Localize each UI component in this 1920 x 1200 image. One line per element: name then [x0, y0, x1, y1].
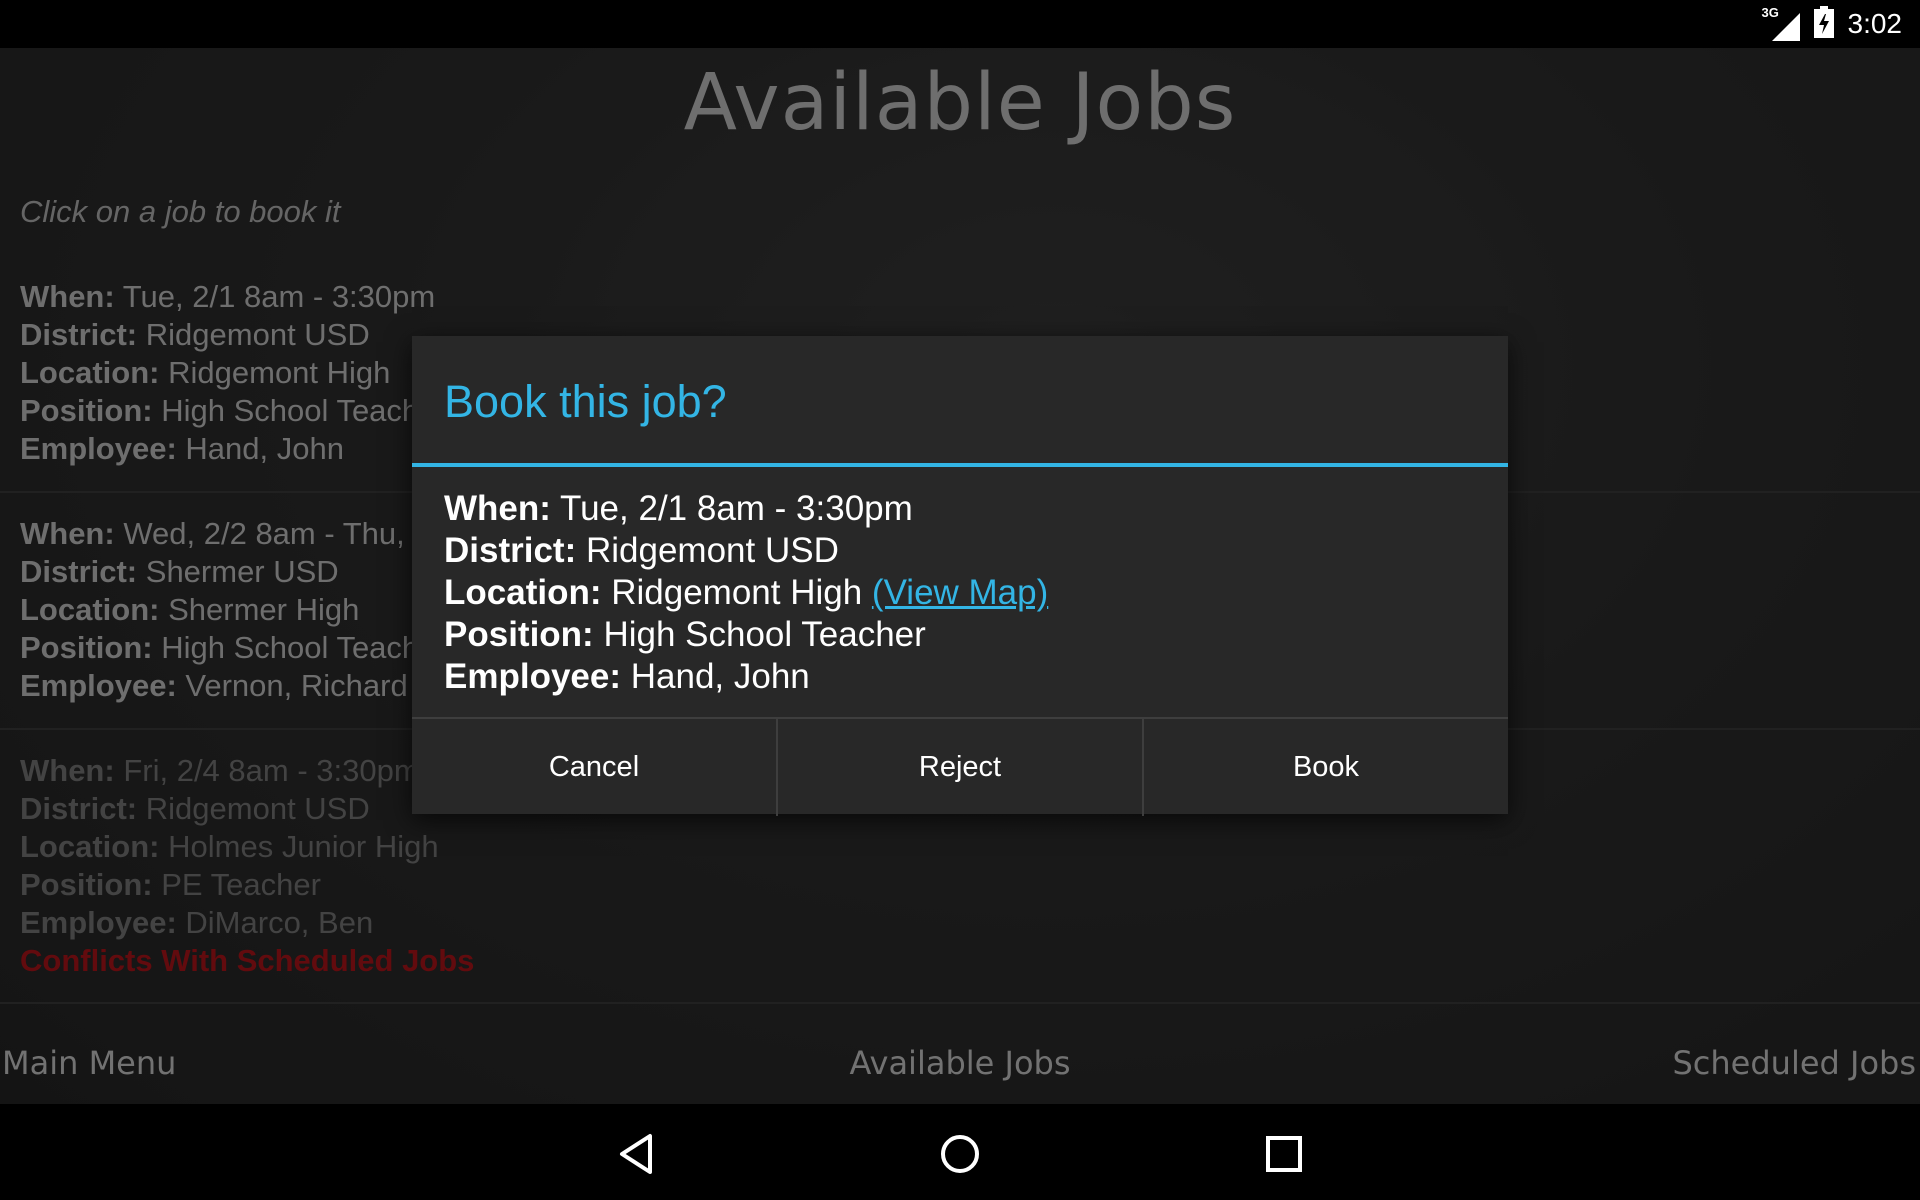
dialog-title-divider — [412, 463, 1508, 467]
dialog-title: Book this job? — [444, 376, 727, 427]
dialog-employee: Hand, John — [630, 657, 810, 696]
view-map-link[interactable]: (View Map) — [872, 573, 1048, 612]
status-bar: 3G 3:02 — [0, 0, 1920, 48]
status-clock: 3:02 — [1847, 8, 1903, 39]
dialog-when: Tue, 2/1 8am - 3:30pm — [560, 489, 913, 528]
system-nav-bar — [0, 1104, 1920, 1200]
reject-button[interactable]: Reject — [776, 719, 1142, 816]
cancel-button[interactable]: Cancel — [412, 719, 776, 816]
dialog-location: Ridgemont High — [611, 573, 863, 612]
book-button[interactable]: Book — [1142, 719, 1508, 816]
recents-icon[interactable] — [1262, 1132, 1306, 1176]
field-label: Position: — [444, 615, 594, 654]
field-label: When: — [444, 489, 551, 528]
status-icons: 3G 3:02 — [1762, 0, 1903, 48]
field-label: District: — [444, 531, 577, 570]
book-job-dialog: Book this job? When: Tue, 2/1 8am - 3:30… — [412, 336, 1508, 816]
dialog-button-bar: Cancel Reject Book — [412, 717, 1508, 816]
field-label: Employee: — [444, 657, 621, 696]
home-icon[interactable] — [938, 1132, 982, 1176]
field-label: Location: — [444, 573, 602, 612]
dialog-job-details: When: Tue, 2/1 8am - 3:30pm District: Ri… — [444, 488, 1048, 698]
dialog-district: Ridgemont USD — [585, 531, 839, 570]
battery-icon — [1813, 5, 1834, 43]
signal-icon: 3G — [1762, 5, 1800, 41]
dialog-position: High School Teacher — [603, 615, 926, 654]
back-icon[interactable] — [616, 1132, 660, 1176]
